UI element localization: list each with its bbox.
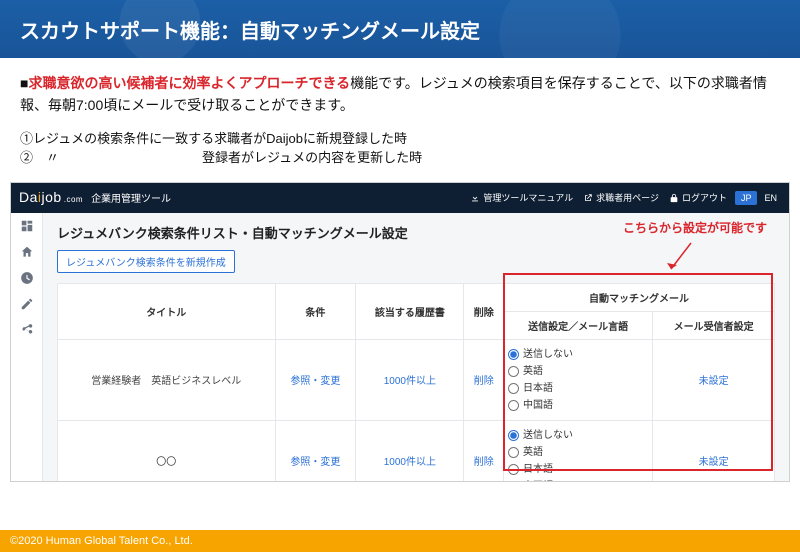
logout-link[interactable]: ログアウト <box>669 191 727 204</box>
row-delete-link[interactable]: 削除 <box>474 457 494 468</box>
callout-hint: こちらから設定が可能です <box>623 219 767 236</box>
opt-ja[interactable]: 日本語 <box>508 380 648 397</box>
main-panel: こちらから設定が可能です レジュメバンク検索条件リスト・自動マッチングメール設定… <box>43 213 789 481</box>
row-recipient-link[interactable]: 未設定 <box>699 376 729 387</box>
conditions-table: タイトル 条件 該当する履歴書 削除 自動マッチングメール 送信設定／メール言語… <box>57 283 775 481</box>
slide-title: スカウトサポート機能：自動マッチングメール設定 <box>20 15 480 44</box>
opt-en[interactable]: 英語 <box>508 444 648 461</box>
th-auto-group: 自動マッチングメール <box>504 283 775 311</box>
th-cond: 条件 <box>275 283 356 339</box>
seeker-link[interactable]: 求職者用ページ <box>583 191 659 204</box>
opt-ja[interactable]: 日本語 <box>508 461 648 478</box>
lang-jp[interactable]: JP <box>735 191 758 205</box>
desc-highlight: 求職意欲の高い候補者に効率よくアプローチできる <box>28 75 350 91</box>
copyright: ©2020 Human Global Talent Co., Ltd. <box>10 535 193 547</box>
th-title: タイトル <box>58 283 276 339</box>
tool-label: 企業用管理ツール <box>91 190 171 205</box>
row-title: 営業経験者 英語ビジネスレベル <box>58 339 276 420</box>
row-cond-link[interactable]: 参照・変更 <box>290 457 340 468</box>
row-resumes-link[interactable]: 1000件以上 <box>384 457 436 468</box>
opt-zh[interactable]: 中国語 <box>508 397 648 414</box>
clock-icon[interactable] <box>20 271 34 285</box>
dashboard-icon[interactable] <box>20 219 34 233</box>
th-send-lang: 送信設定／メール言語 <box>504 311 653 339</box>
opt-zh[interactable]: 中国語 <box>508 478 648 481</box>
row-cond-link[interactable]: 参照・変更 <box>290 376 340 387</box>
manual-link[interactable]: 管理ツールマニュアル <box>470 191 573 204</box>
row-title: 〇〇 <box>58 420 276 481</box>
bullet-2: ② 〃 登録者がレジュメの内容を更新した時 <box>20 148 780 168</box>
description-block: ■求職意欲の高い候補者に効率よくアプローチできる機能です。レジュメの検索項目を保… <box>0 58 800 123</box>
home-icon[interactable] <box>20 245 34 259</box>
table-row: 営業経験者 英語ビジネスレベル 参照・変更 1000件以上 削除 送信しない 英… <box>58 339 775 420</box>
slide-footer: ©2020 Human Global Talent Co., Ltd. <box>0 530 800 552</box>
table-row: 〇〇 参照・変更 1000件以上 削除 送信しない 英語 日本語 中国語 未設定 <box>58 420 775 481</box>
opt-en[interactable]: 英語 <box>508 363 648 380</box>
app-topbar: Daijob.com 企業用管理ツール 管理ツールマニュアル 求職者用ページ ロ… <box>11 183 789 213</box>
row-lang-options: 送信しない 英語 日本語 中国語 <box>504 420 653 481</box>
row-resumes-link[interactable]: 1000件以上 <box>384 376 436 387</box>
lock-icon <box>669 193 679 203</box>
download-icon <box>470 193 480 203</box>
new-condition-button[interactable]: レジュメバンク検索条件を新規作成 <box>57 250 235 273</box>
lang-en[interactable]: EN <box>760 191 781 205</box>
slide-title-bar: スカウトサポート機能：自動マッチングメール設定 <box>0 0 800 58</box>
app-screenshot: Daijob.com 企業用管理ツール 管理ツールマニュアル 求職者用ページ ロ… <box>10 182 790 482</box>
row-delete-link[interactable]: 削除 <box>474 376 494 387</box>
th-recipient: メール受信者設定 <box>653 311 775 339</box>
callout-arrow-icon <box>659 239 699 279</box>
th-delete: 削除 <box>464 283 504 339</box>
bullet-1: ①レジュメの検索条件に一致する求職者がDaijobに新規登録した時 <box>20 129 780 149</box>
app-logo: Daijob.com <box>19 189 83 207</box>
row-recipient-link[interactable]: 未設定 <box>699 457 729 468</box>
bullet-list: ①レジュメの検索条件に一致する求職者がDaijobに新規登録した時 ② 〃 登録… <box>0 123 800 178</box>
sidebar <box>11 213 43 481</box>
opt-none[interactable]: 送信しない <box>508 346 648 363</box>
th-resumes: 該当する履歴書 <box>356 283 464 339</box>
edit-icon[interactable] <box>20 297 34 311</box>
row-lang-options: 送信しない 英語 日本語 中国語 <box>504 339 653 420</box>
external-icon <box>583 193 593 203</box>
opt-none[interactable]: 送信しない <box>508 427 648 444</box>
share-icon[interactable] <box>20 323 34 337</box>
